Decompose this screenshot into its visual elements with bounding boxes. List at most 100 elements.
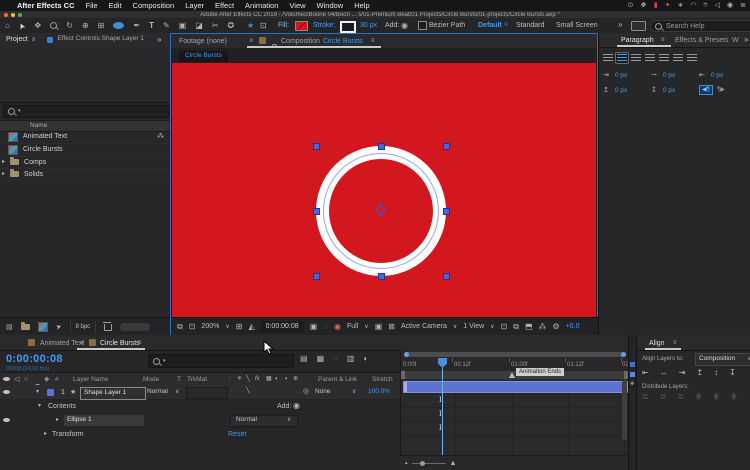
camera-dropdown-icon[interactable]: ∨ — [453, 324, 457, 330]
timeline-panel-menu-icon[interactable]: ≡ — [138, 340, 142, 346]
zoom-dropdown-icon[interactable]: ∨ — [225, 324, 229, 330]
stroke-color-swatch[interactable] — [340, 21, 356, 33]
menu-layer[interactable]: Layer — [185, 2, 204, 10]
comp-marker-label[interactable]: Animation Ends — [516, 368, 564, 376]
project-item-circle-bursts[interactable]: Circle Bursts — [0, 143, 178, 157]
project-search-box[interactable]: ▾ — [3, 105, 169, 118]
viewer-timecode[interactable]: 0:00:00:08 — [261, 321, 304, 332]
shy-switch[interactable]: ◌ — [230, 388, 234, 394]
contents-group-row[interactable]: ▾ Contents Add: ◉ — [0, 399, 400, 414]
star-filter-icon[interactable]: ★ — [247, 22, 254, 30]
home-tool-icon[interactable]: ⌂ — [5, 22, 10, 30]
tab-effects-presets[interactable]: Effects & Presets — [675, 37, 729, 44]
align-bottom-edges-button[interactable]: ↧ — [729, 369, 736, 377]
align-center-button-active[interactable] — [616, 53, 628, 63]
region-of-interest-icon[interactable]: ▣ — [375, 323, 383, 331]
motion-blur-icon[interactable]: ◐ — [363, 355, 368, 363]
add-label[interactable]: Add: — [385, 22, 399, 29]
camera-tool-icon[interactable]: ⊕ — [82, 22, 89, 30]
type-tool-icon[interactable]: T — [149, 22, 154, 30]
transform-label[interactable]: Transform — [52, 431, 84, 438]
text-direction-rtl-button[interactable]: ¶▶ — [717, 87, 725, 93]
selection-handle[interactable] — [313, 273, 320, 280]
tab-project[interactable]: Project — [6, 36, 28, 43]
selection-handle[interactable] — [313, 143, 320, 150]
text-direction-ltr-button-active[interactable]: ◀¶ — [699, 85, 713, 95]
column-t[interactable]: T — [177, 377, 181, 384]
transform-reset-button[interactable]: Reset — [228, 431, 246, 438]
ellipse-mode-dropdown[interactable]: Normal — [236, 417, 257, 424]
project-settings-icon[interactable]: ➤ — [55, 323, 63, 332]
dragged-tab-chip[interactable]: Circle Bursts — [179, 51, 228, 62]
justify-last-left-button[interactable] — [644, 53, 656, 63]
zoom-out-mountain-icon[interactable]: ▴ — [405, 461, 408, 466]
layer-visibility-eye-icon[interactable] — [3, 390, 10, 394]
screen-mirroring-icon[interactable]: ⊙ — [628, 2, 634, 9]
comp-mini-flowchart-icon[interactable]: ▤ — [300, 355, 308, 363]
mask-visibility-icon[interactable]: ◭ — [248, 323, 254, 331]
indent-right-value[interactable]: 0 px — [711, 73, 723, 80]
time-navigator-bar[interactable] — [404, 352, 626, 357]
timeline-search-box[interactable]: ▾ — [148, 354, 294, 368]
comp-marker-icon[interactable] — [509, 372, 515, 378]
expand-arrow-icon[interactable]: ▸ — [2, 159, 5, 165]
project-item-solids[interactable]: ▸ Solids — [0, 168, 172, 181]
layer-name-field[interactable]: Shape Layer 1 — [80, 387, 146, 400]
pixel-aspect-icon[interactable]: ⊡ — [501, 323, 508, 331]
viewer-panel-menu-icon[interactable]: ≡ — [371, 38, 375, 44]
grid-guides-icon[interactable]: ⊞ — [236, 323, 243, 331]
frame-blending-icon[interactable]: ▥ — [347, 355, 355, 363]
column-layer-name[interactable]: Layer Name — [73, 377, 108, 384]
space-after-value[interactable]: 0 px — [663, 88, 675, 95]
distribute-left-button[interactable]: ⋕ — [695, 393, 702, 401]
exposure-gear-icon[interactable]: ⚙ — [553, 323, 560, 331]
tab-effect-controls[interactable]: Effect Controls Shape Layer 1 — [57, 36, 144, 43]
selection-handle[interactable] — [313, 208, 320, 215]
expand-arrow-icon[interactable]: ▸ — [2, 171, 5, 177]
hand-tool-icon[interactable]: ✥ — [35, 22, 42, 30]
blend-mode-dropdown[interactable]: Normal — [147, 389, 168, 396]
puppet-pin-tool-icon[interactable]: ✪ — [227, 22, 234, 30]
column-trkmat[interactable]: TrkMat — [187, 377, 207, 384]
timeline-tab-animated-text[interactable]: Animated Text — [40, 340, 84, 347]
bit-depth-label[interactable]: 8 bpc — [70, 321, 97, 333]
space-before-value[interactable]: 0 px — [615, 88, 627, 95]
roto-brush-tool-icon[interactable]: ✂ — [212, 22, 219, 30]
time-ruler[interactable]: 0:00f 00:12f 01:00f 01:12f 02:0 — [401, 358, 629, 372]
distribute-top-button[interactable]: ≣ — [642, 393, 649, 401]
add-property-button[interactable]: ◉ — [293, 402, 300, 410]
current-timecode[interactable]: 0:00:00:08 — [6, 353, 63, 365]
zoom-in-mountain-icon[interactable]: ▲ — [450, 460, 457, 467]
distribute-vcenter-button[interactable]: ≣ — [660, 393, 667, 401]
ellipse-visibility-eye-icon[interactable] — [3, 418, 10, 422]
layer-color-swatch[interactable] — [47, 389, 54, 396]
siri-icon[interactable]: ◉ — [727, 2, 733, 9]
align-vertical-centers-button[interactable]: ↕ — [714, 369, 718, 377]
stroke-label[interactable]: Stroke: — [313, 22, 335, 29]
gutter-hand-icon[interactable]: ✥ — [630, 382, 634, 387]
menu-edit[interactable]: Edit — [109, 2, 122, 10]
transform-collapse-icon[interactable]: ▸ — [44, 431, 47, 437]
workspace-default[interactable]: Default — [478, 22, 502, 29]
hide-shy-layers-icon[interactable]: ◌ — [333, 355, 338, 363]
snapping-icon[interactable]: ⊡ — [260, 22, 267, 30]
navigator-end-handle[interactable] — [621, 352, 626, 357]
menu-effect[interactable]: Effect — [215, 2, 234, 10]
new-composition-icon[interactable] — [38, 322, 48, 332]
justify-last-center-button[interactable] — [658, 53, 670, 63]
menu-window[interactable]: Window — [317, 2, 344, 10]
align-top-edges-button[interactable]: ↥ — [696, 369, 703, 377]
menu-file[interactable]: File — [86, 2, 98, 10]
selection-handle[interactable] — [378, 273, 385, 280]
view-dropdown-icon[interactable]: ∨ — [490, 324, 494, 330]
recording-icon[interactable]: ▮ — [654, 2, 658, 9]
distribute-bottom-button[interactable]: ≣ — [677, 393, 684, 401]
view-layout-dropdown[interactable]: 1 View — [463, 323, 484, 330]
resolution-dropdown[interactable]: Full — [347, 323, 358, 330]
zoom-tool-icon[interactable] — [50, 22, 57, 29]
search-help-box[interactable]: Search Help — [650, 20, 750, 32]
paragraph-menu-icon[interactable]: ≡ — [661, 37, 665, 43]
align-target-dropdown[interactable]: Composition ∨ — [695, 353, 750, 366]
quality-switch[interactable]: ╲ — [246, 388, 250, 394]
mode-dropdown-icon[interactable]: ∨ — [175, 389, 179, 395]
